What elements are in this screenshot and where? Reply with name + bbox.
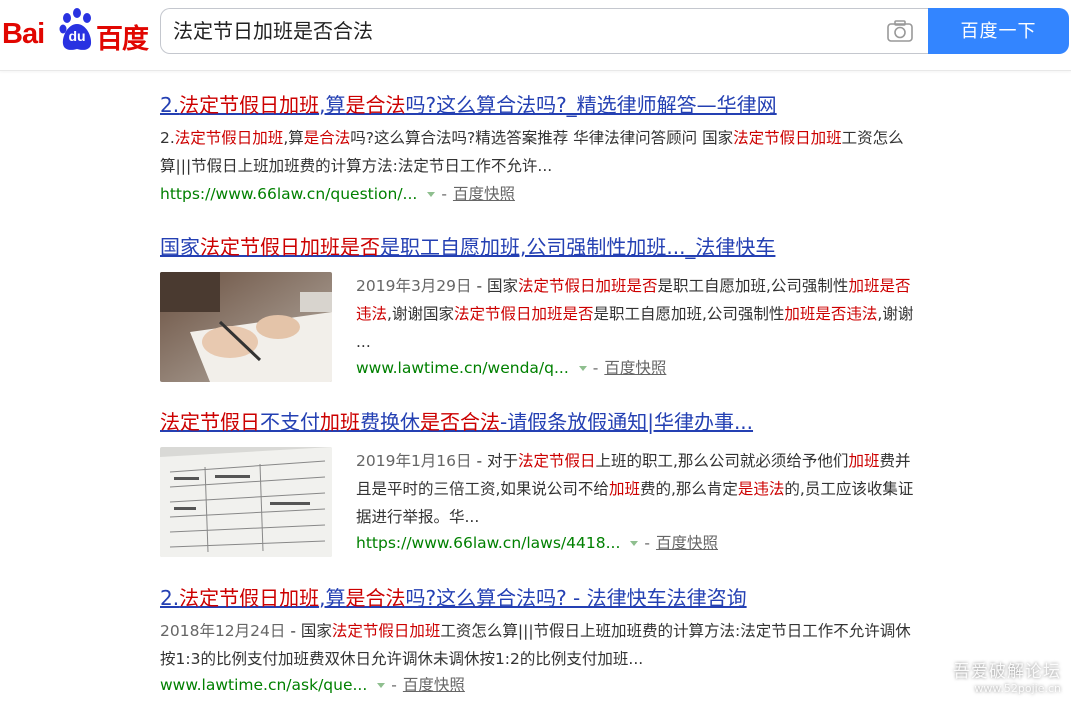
- result-url-line: www.lawtime.cn/ask/que... - 百度快照: [160, 676, 465, 694]
- result-abstract: 2.法定节假日加班,算是合法吗?这么算合法吗?精选答案推荐 华律法律问答顾问 国…: [160, 124, 920, 180]
- highlight-text: 法定节假日加班: [179, 586, 320, 610]
- result-abstract: 2019年1月16日 - 对于法定节假日上班的职工,那么公司就必须给予他们加班费…: [356, 447, 916, 531]
- result-url-line: https://www.66law.cn/laws/4418... - 百度快照: [356, 534, 718, 552]
- result-url-line: https://www.66law.cn/question/... - 百度快照: [160, 185, 515, 203]
- snapshot-link[interactable]: 百度快照: [453, 185, 515, 203]
- text-segment: ,算: [319, 93, 346, 117]
- logo-du-text: du: [68, 28, 86, 44]
- snapshot-link[interactable]: 百度快照: [604, 359, 666, 377]
- highlight-text: 法定节假日: [517, 452, 596, 470]
- text-segment: - 国家: [285, 622, 332, 640]
- highlight-text: 法定节假日加班: [733, 129, 842, 147]
- text-segment: 费的,那么肯定: [639, 480, 738, 498]
- highlight-text: 法定节假日加班: [174, 129, 284, 147]
- text-segment: ,谢谢国家: [387, 305, 454, 323]
- result-thumbnail-document[interactable]: [160, 447, 332, 557]
- result-url[interactable]: https://www.66law.cn/question/...: [160, 185, 417, 203]
- search-result: 2.法定节假日加班,算是合法吗?这么算合法吗? - 法律快车法律咨询 2018年…: [160, 585, 920, 697]
- text-segment: 是职工自愿加班,公司强制性: [657, 277, 849, 295]
- result-url-line: www.lawtime.cn/wenda/q... - 百度快照: [356, 359, 667, 377]
- highlight-text: 加班: [608, 480, 640, 498]
- dropdown-arrow-icon[interactable]: [630, 541, 639, 546]
- baidu-logo[interactable]: Bai du 百度: [0, 8, 150, 56]
- header: Bai du 百度 百度一下: [0, 0, 1071, 71]
- result-date: 2019年1月16日: [356, 452, 472, 470]
- text-segment: 费换休: [360, 410, 420, 434]
- logo-cn-text: 百度: [96, 24, 149, 55]
- snapshot-link[interactable]: 百度快照: [403, 676, 465, 694]
- highlight-text: 加班: [848, 452, 880, 470]
- highlight-text: 法定节假日加班是否: [200, 235, 380, 259]
- result-url[interactable]: www.lawtime.cn/ask/que...: [160, 676, 367, 694]
- result-date: 2019年3月29日: [356, 277, 472, 295]
- search-button[interactable]: 百度一下: [928, 8, 1069, 54]
- result-title-link[interactable]: 2.法定节假日加班,算是合法吗?这么算合法吗?_精选律师解答—华律网: [160, 92, 920, 118]
- result-abstract: 2018年12月24日 - 国家法定节假日加班工资怎么算|||节假日上班加班费的…: [160, 617, 920, 673]
- dropdown-arrow-icon[interactable]: [427, 192, 436, 197]
- search-result: 法定节假日不支付加班费换休是否合法-请假条放假通知|华律办事... 2019年1…: [160, 409, 913, 557]
- text-segment: ,算: [283, 129, 304, 147]
- highlight-text: 法定节假日加班: [331, 622, 441, 640]
- text-segment: ,算: [319, 586, 346, 610]
- highlight-text: 法定节假日加班是否: [453, 305, 594, 323]
- highlight-text: 是否合法: [420, 410, 500, 434]
- text-segment: 上班的职工,那么公司就必须给予他们: [595, 452, 849, 470]
- text-segment: 2.: [160, 586, 180, 610]
- result-url[interactable]: https://www.66law.cn/laws/4418...: [356, 534, 620, 552]
- result-thumbnail-signing[interactable]: [160, 272, 332, 382]
- result-text-block: 2019年1月16日 - 对于法定节假日上班的职工,那么公司就必须给予他们加班费…: [356, 447, 916, 555]
- highlight-text: 是合法: [303, 129, 351, 147]
- result-title-link[interactable]: 2.法定节假日加班,算是合法吗?这么算合法吗? - 法律快车法律咨询: [160, 585, 920, 611]
- result-title-link[interactable]: 国家法定节假日加班是否是职工自愿加班,公司强制性加班..._法律快车: [160, 234, 775, 260]
- result-title-link[interactable]: 法定节假日不支付加班费换休是否合法-请假条放假通知|华律办事...: [160, 409, 753, 435]
- text-segment: 2.: [160, 93, 180, 117]
- text-segment: - 对于: [471, 452, 518, 470]
- highlight-text: 加班: [320, 410, 360, 434]
- search-result: 国家法定节假日加班是否是职工自愿加班,公司强制性加班..._法律快车 2019年…: [160, 234, 913, 382]
- watermark-line1: 吾爱破解论坛: [953, 662, 1061, 682]
- search-input[interactable]: [173, 9, 873, 53]
- text-segment: 吗?这么算合法吗?精选答案推荐 华律法律问答顾问 国家: [350, 129, 734, 147]
- text-segment: -请假条放假通知|华律办事...: [500, 410, 754, 434]
- highlight-text: 加班是否违法: [784, 305, 878, 323]
- highlight-text: 法定节假日: [160, 410, 260, 434]
- watermark: 吾爱破解论坛 www.52pojie.cn: [953, 657, 1061, 695]
- logo-bai-text: Bai: [2, 18, 45, 50]
- text-segment: 国家: [160, 235, 200, 259]
- highlight-text: 是合法: [345, 586, 406, 610]
- highlight-text: 法定节假日加班: [179, 93, 320, 117]
- dropdown-arrow-icon[interactable]: [377, 683, 386, 688]
- watermark-line2: www.52pojie.cn: [974, 682, 1061, 695]
- camera-icon[interactable]: [886, 19, 914, 43]
- search-box: [160, 8, 928, 54]
- result-date: 2018年12月24日: [160, 622, 286, 640]
- text-segment: 2.: [160, 129, 175, 147]
- result-abstract: 2019年3月29日 - 国家法定节假日加班是否是职工自愿加班,公司强制性加班是…: [356, 272, 916, 356]
- highlight-text: 是违法: [737, 480, 785, 498]
- highlight-text: 是合法: [345, 93, 406, 117]
- text-segment: 是职工自愿加班,公司强制性加班..._法律快车: [380, 235, 776, 259]
- text-segment: 吗?这么算合法吗?_精选律师解答—华律网: [405, 93, 777, 117]
- dropdown-arrow-icon[interactable]: [578, 366, 587, 371]
- result-text-block: 2019年3月29日 - 国家法定节假日加班是否是职工自愿加班,公司强制性加班是…: [356, 272, 916, 380]
- text-segment: - 国家: [471, 277, 518, 295]
- text-segment: 是职工自愿加班,公司强制性: [593, 305, 785, 323]
- result-url[interactable]: www.lawtime.cn/wenda/q...: [356, 359, 569, 377]
- highlight-text: 法定节假日加班是否: [517, 277, 658, 295]
- snapshot-link[interactable]: 百度快照: [656, 534, 718, 552]
- text-segment: 吗?这么算合法吗? - 法律快车法律咨询: [405, 586, 747, 610]
- text-segment: 不支付: [260, 410, 320, 434]
- search-result: 2.法定节假日加班,算是合法吗?这么算合法吗?_精选律师解答—华律网 2.法定节…: [160, 92, 920, 206]
